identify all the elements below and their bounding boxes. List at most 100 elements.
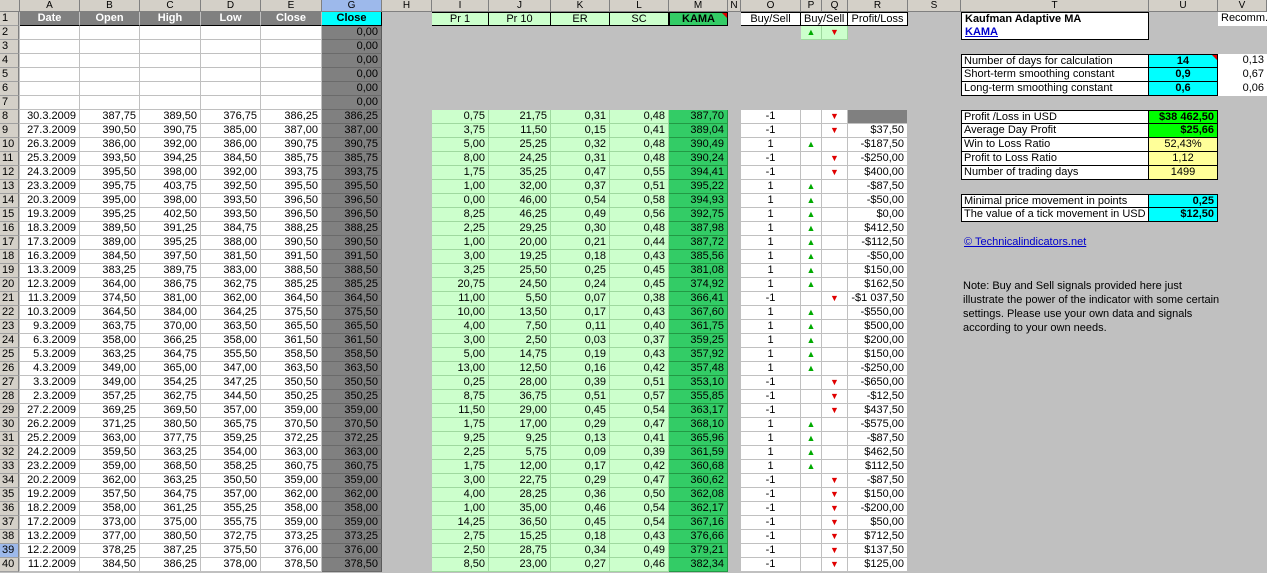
buy-signal-icon[interactable]: ▲: [801, 264, 822, 278]
empty-cell[interactable]: [20, 26, 80, 40]
row-header-32[interactable]: 32: [0, 446, 19, 460]
low-cell[interactable]: 365,75: [201, 418, 261, 432]
close-cell[interactable]: 363,50: [261, 362, 322, 376]
low-cell[interactable]: 393,50: [201, 194, 261, 208]
sc-cell[interactable]: 0,45: [610, 278, 669, 292]
buysell-cell[interactable]: -1: [741, 124, 801, 138]
profit-cell[interactable]: $500,00: [848, 320, 908, 334]
buysell-cell[interactable]: -1: [741, 152, 801, 166]
kama-cell[interactable]: 360,68: [669, 460, 728, 474]
kama-cell[interactable]: 355,85: [669, 390, 728, 404]
high-cell[interactable]: 366,25: [140, 334, 201, 348]
empty-signal-cell[interactable]: [801, 544, 822, 558]
row-header-3[interactable]: 3: [0, 40, 19, 54]
profit-cell[interactable]: $150,00: [848, 348, 908, 362]
open-cell[interactable]: 389,00: [80, 236, 140, 250]
high-cell[interactable]: 389,50: [140, 110, 201, 124]
close-g-cell[interactable]: 375,50: [322, 306, 382, 320]
open-cell[interactable]: 357,50: [80, 488, 140, 502]
date-cell[interactable]: 19.2.2009: [20, 488, 80, 502]
open-cell[interactable]: 349,00: [80, 362, 140, 376]
low-cell[interactable]: 393,50: [201, 208, 261, 222]
low-cell[interactable]: 354,00: [201, 446, 261, 460]
column-header-s[interactable]: S: [908, 0, 961, 12]
row-header-28[interactable]: 28: [0, 390, 19, 404]
low-cell[interactable]: 372,75: [201, 530, 261, 544]
kama-cell[interactable]: 366,41: [669, 292, 728, 306]
buysell-cell[interactable]: -1: [741, 558, 801, 572]
buy-signal-icon[interactable]: ▲: [801, 460, 822, 474]
sell-signal-icon[interactable]: ▼: [822, 166, 848, 180]
er-cell[interactable]: 0,29: [551, 418, 610, 432]
kama-cell[interactable]: 394,41: [669, 166, 728, 180]
close-g-cell[interactable]: 396,50: [322, 194, 382, 208]
close-cell[interactable]: 359,00: [261, 474, 322, 488]
empty-cell[interactable]: [80, 40, 140, 54]
row-header-6[interactable]: 6: [0, 82, 19, 96]
pr10-cell[interactable]: 11,50: [489, 124, 551, 138]
pr1-cell[interactable]: 4,00: [432, 320, 489, 334]
er-cell[interactable]: 0,46: [551, 502, 610, 516]
row-header-37[interactable]: 37: [0, 516, 19, 530]
sell-signal-icon[interactable]: ▼: [822, 152, 848, 166]
date-cell[interactable]: 11.3.2009: [20, 292, 80, 306]
low-cell[interactable]: 355,50: [201, 348, 261, 362]
row-header-35[interactable]: 35: [0, 488, 19, 502]
open-cell[interactable]: 349,00: [80, 376, 140, 390]
kama-cell[interactable]: 374,92: [669, 278, 728, 292]
high-cell[interactable]: 387,25: [140, 544, 201, 558]
buy-signal-icon[interactable]: ▲: [801, 208, 822, 222]
buy-signal-icon[interactable]: ▲: [801, 180, 822, 194]
pr1-cell[interactable]: 3,75: [432, 124, 489, 138]
high-cell[interactable]: 402,50: [140, 208, 201, 222]
date-cell[interactable]: 17.3.2009: [20, 236, 80, 250]
close-g-empty[interactable]: 0,00: [322, 54, 382, 68]
empty-signal-cell[interactable]: [822, 236, 848, 250]
profit-cell[interactable]: $0,00: [848, 208, 908, 222]
buysell-cell[interactable]: 1: [741, 250, 801, 264]
row-header-10[interactable]: 10: [0, 138, 19, 152]
empty-cell[interactable]: [201, 68, 261, 82]
kama-cell[interactable]: 376,66: [669, 530, 728, 544]
open-cell[interactable]: 378,25: [80, 544, 140, 558]
date-cell[interactable]: 11.2.2009: [20, 558, 80, 572]
sc-cell[interactable]: 0,58: [610, 194, 669, 208]
sc-cell[interactable]: 0,54: [610, 516, 669, 530]
kama-cell[interactable]: 362,17: [669, 502, 728, 516]
column-header-k[interactable]: K: [551, 0, 610, 12]
close-g-cell[interactable]: 388,50: [322, 264, 382, 278]
profit-cell[interactable]: -$50,00: [848, 194, 908, 208]
date-cell[interactable]: 5.3.2009: [20, 348, 80, 362]
pr1-cell[interactable]: 20,75: [432, 278, 489, 292]
row-header-30[interactable]: 30: [0, 418, 19, 432]
pr1-cell[interactable]: 5,00: [432, 138, 489, 152]
kama-cell[interactable]: 365,96: [669, 432, 728, 446]
empty-cell[interactable]: [80, 96, 140, 110]
sell-signal-icon[interactable]: ▼: [822, 530, 848, 544]
buysell-cell[interactable]: -1: [741, 166, 801, 180]
buy-signal-icon[interactable]: ▲: [801, 348, 822, 362]
empty-signal-cell[interactable]: [822, 264, 848, 278]
close-cell[interactable]: 359,00: [261, 516, 322, 530]
row-header-9[interactable]: 9: [0, 124, 19, 138]
pr1-cell[interactable]: 11,00: [432, 292, 489, 306]
empty-cell[interactable]: [140, 96, 201, 110]
kama-cell[interactable]: 357,48: [669, 362, 728, 376]
buysell-cell[interactable]: 1: [741, 194, 801, 208]
row-header-36[interactable]: 36: [0, 502, 19, 516]
empty-cell[interactable]: [201, 40, 261, 54]
empty-signal-cell[interactable]: [822, 180, 848, 194]
sc-cell[interactable]: 0,45: [610, 264, 669, 278]
er-cell[interactable]: 0,49: [551, 208, 610, 222]
empty-cell[interactable]: [140, 54, 201, 68]
pr10-cell[interactable]: 17,00: [489, 418, 551, 432]
er-cell[interactable]: 0,29: [551, 474, 610, 488]
er-cell[interactable]: 0,45: [551, 404, 610, 418]
date-cell[interactable]: 13.3.2009: [20, 264, 80, 278]
close-g-cell[interactable]: 386,25: [322, 110, 382, 124]
profit-cell[interactable]: $150,00: [848, 488, 908, 502]
high-cell[interactable]: 395,25: [140, 236, 201, 250]
high-cell[interactable]: 389,75: [140, 264, 201, 278]
sc-cell[interactable]: 0,48: [610, 152, 669, 166]
er-cell[interactable]: 0,34: [551, 544, 610, 558]
